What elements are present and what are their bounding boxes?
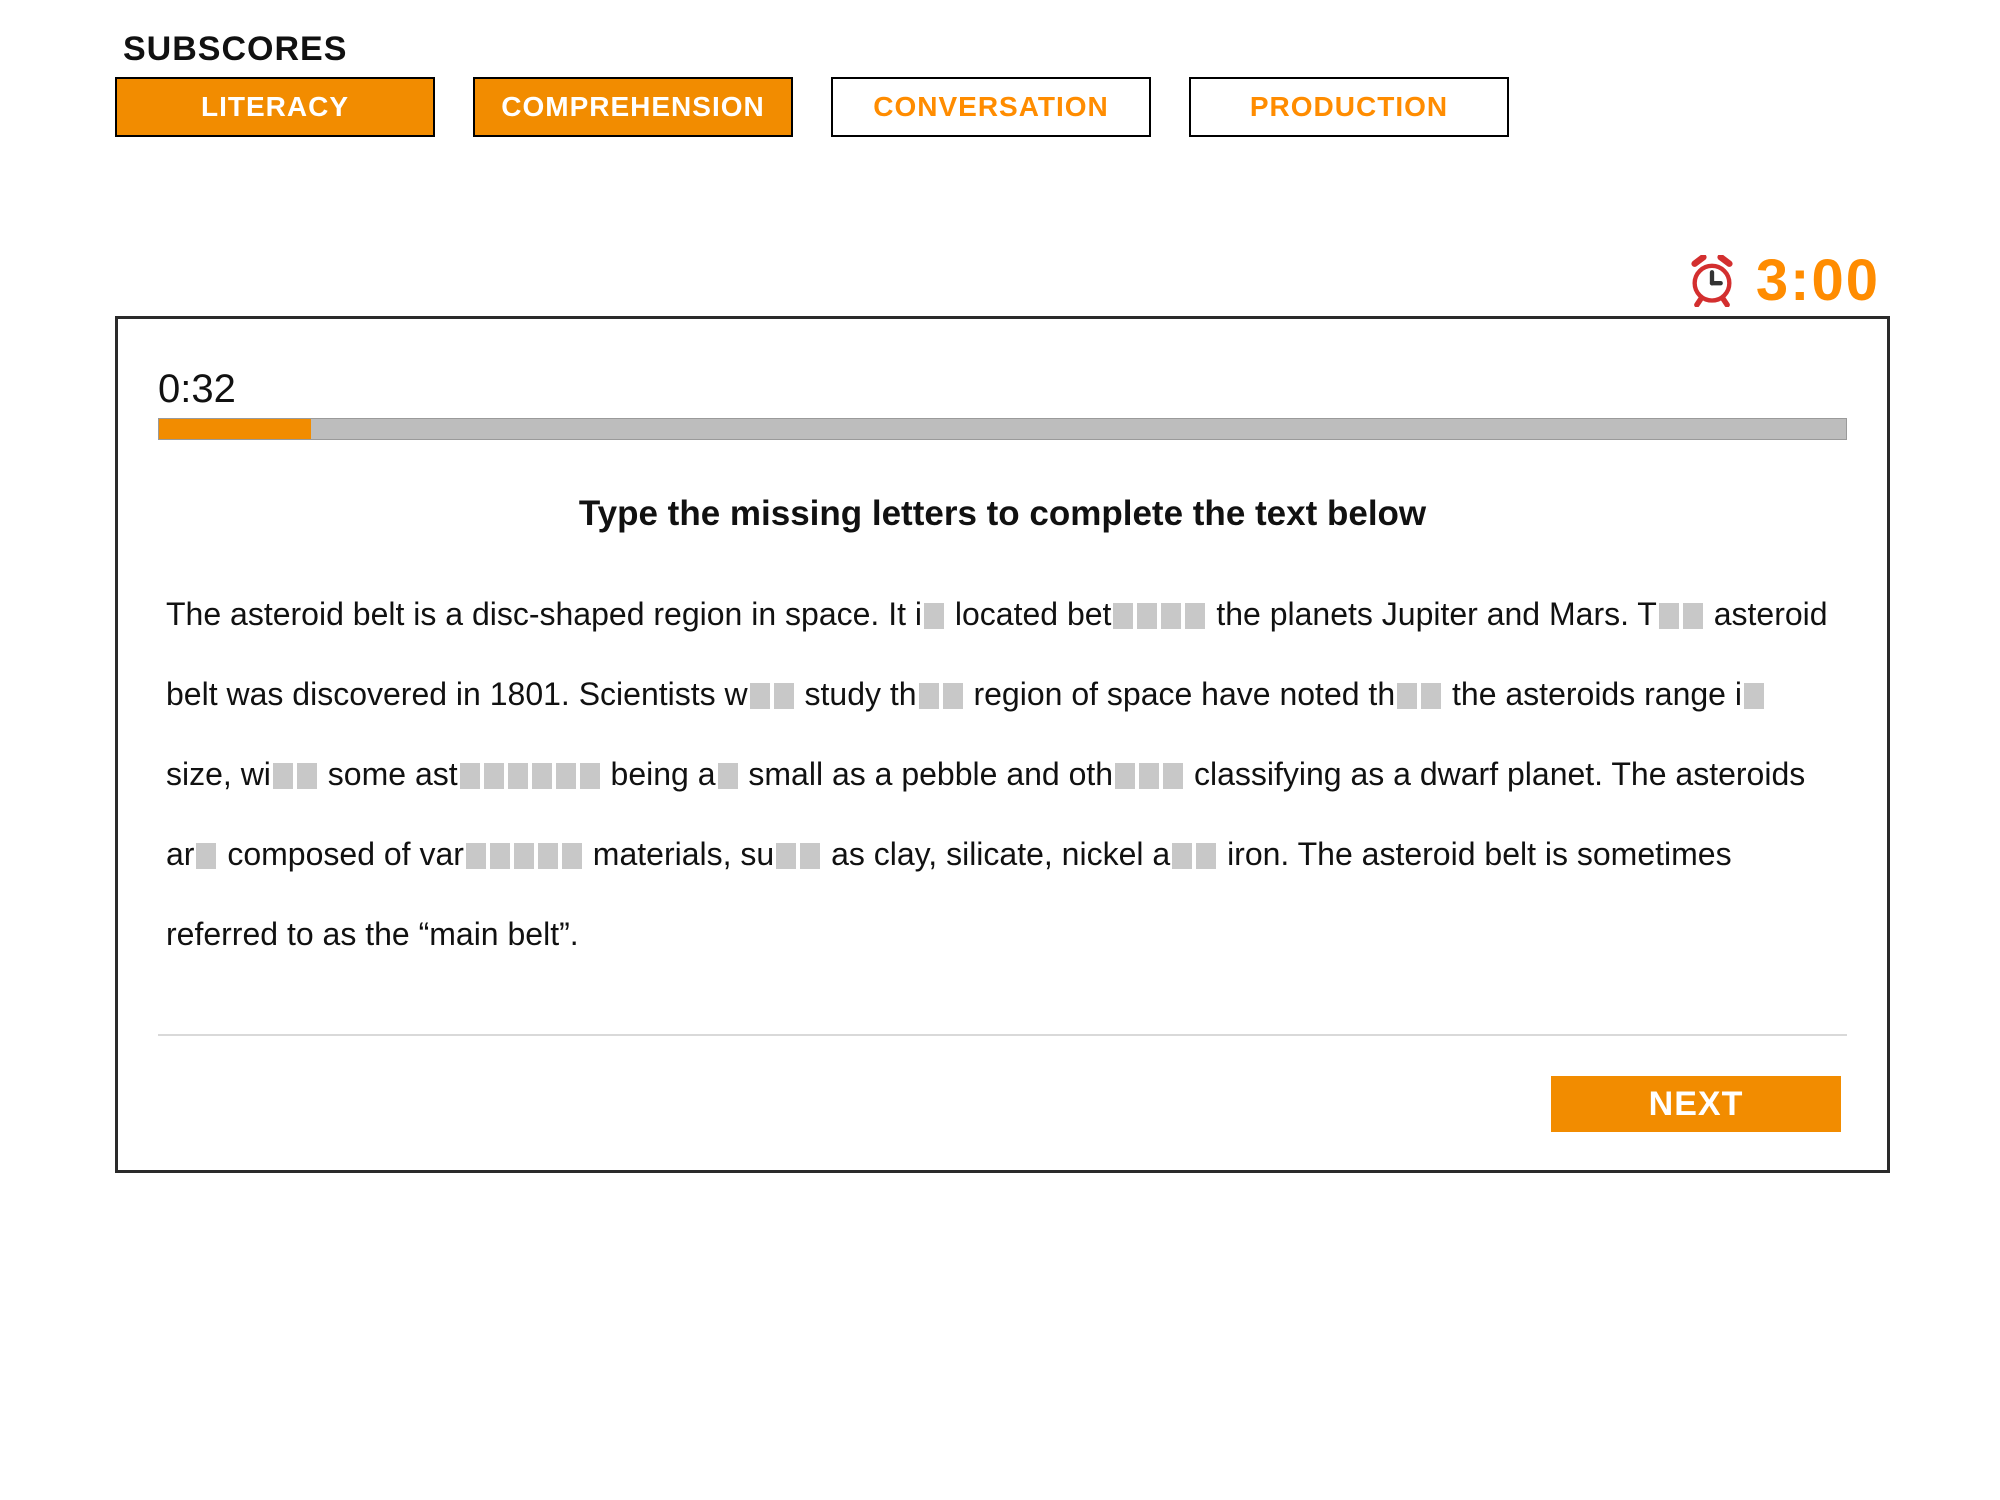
- progress-bar: [158, 418, 1847, 440]
- subscores-title: SUBSCORES: [123, 30, 1890, 69]
- elapsed-time: 0:32: [158, 367, 1847, 412]
- blank-input[interactable]: [464, 818, 584, 898]
- subscore-tabs: LITERACY COMPREHENSION CONVERSATION PROD…: [115, 77, 1890, 137]
- tab-label: LITERACY: [201, 91, 349, 123]
- alarm-clock-icon: [1686, 255, 1738, 307]
- blank-input[interactable]: [1657, 578, 1705, 658]
- blank-input[interactable]: [1395, 658, 1443, 738]
- progress-fill: [159, 419, 311, 439]
- tab-production[interactable]: PRODUCTION: [1189, 77, 1509, 137]
- blank-input[interactable]: [271, 738, 319, 818]
- blank-input[interactable]: [774, 818, 822, 898]
- exercise-panel: 0:32 Type the missing letters to complet…: [115, 316, 1890, 1173]
- tab-conversation[interactable]: CONVERSATION: [831, 77, 1151, 137]
- blank-input[interactable]: [1742, 658, 1766, 738]
- tab-comprehension[interactable]: COMPREHENSION: [473, 77, 793, 137]
- blank-input[interactable]: [458, 738, 602, 818]
- blank-input[interactable]: [1113, 738, 1185, 818]
- next-button[interactable]: NEXT: [1551, 1076, 1841, 1132]
- blank-input[interactable]: [1170, 818, 1218, 898]
- blank-input[interactable]: [748, 658, 796, 738]
- blank-input[interactable]: [194, 818, 218, 898]
- tab-label: CONVERSATION: [873, 91, 1109, 123]
- timer: 3:00: [115, 247, 1880, 314]
- panel-footer: NEXT: [158, 1076, 1847, 1132]
- blank-input[interactable]: [1111, 578, 1207, 658]
- blank-input[interactable]: [917, 658, 965, 738]
- instruction-text: Type the missing letters to complete the…: [158, 494, 1847, 534]
- timer-remaining: 3:00: [1756, 247, 1880, 314]
- tab-literacy[interactable]: LITERACY: [115, 77, 435, 137]
- divider: [158, 1034, 1847, 1036]
- tab-label: PRODUCTION: [1250, 91, 1448, 123]
- blank-input[interactable]: [922, 578, 946, 658]
- blank-input[interactable]: [716, 738, 740, 818]
- tab-label: COMPREHENSION: [501, 91, 764, 123]
- exercise-text[interactable]: The asteroid belt is a disc-shaped regio…: [158, 574, 1847, 974]
